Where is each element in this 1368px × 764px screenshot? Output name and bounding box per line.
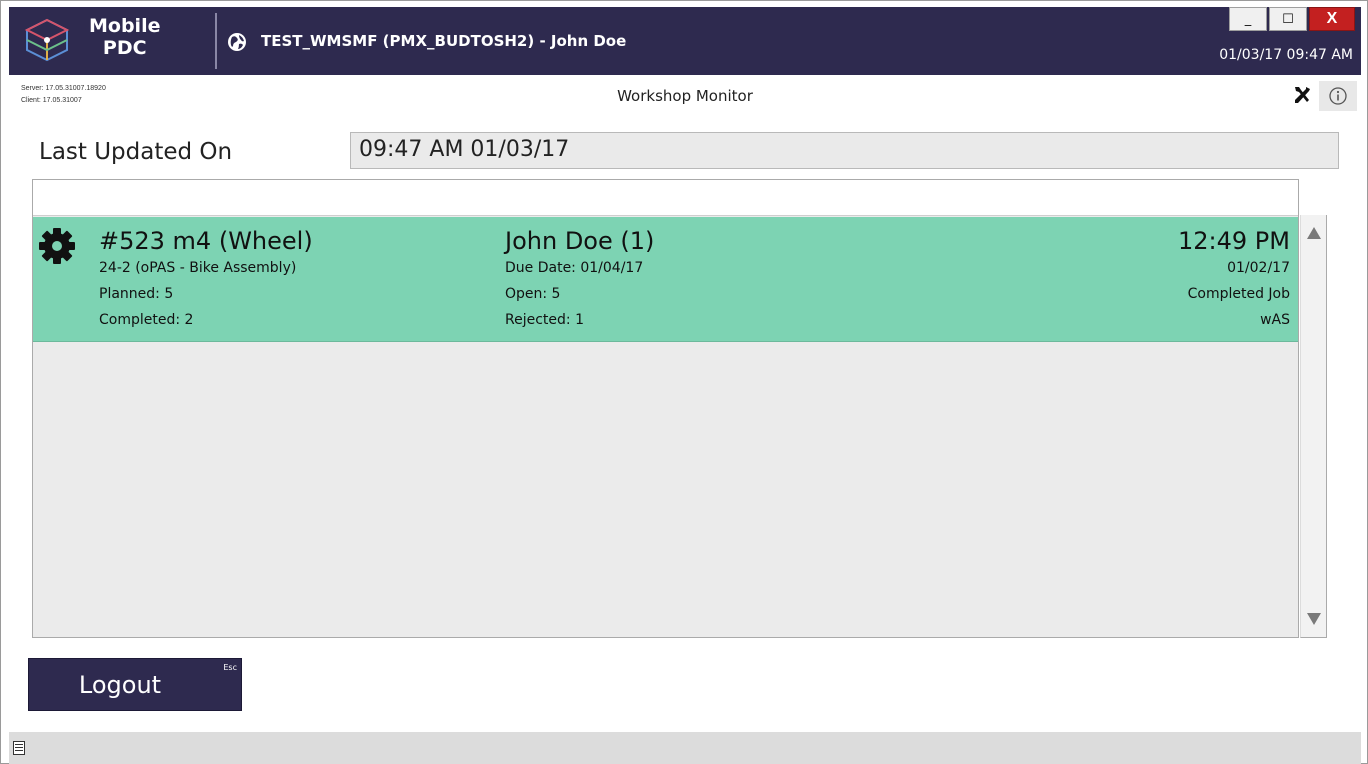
scroll-up-button[interactable] [1301, 215, 1327, 251]
window-title: TEST_WMSMF (PMX_BUDTOSH2) - John Doe [261, 32, 627, 50]
app-name-line2: PDC [102, 37, 147, 59]
job-status: Completed Job [1187, 286, 1290, 302]
list-header [33, 180, 1298, 216]
title-bar: Mobile PDC TEST_WMSMF (PMX_BUDTOSH2) - J… [9, 7, 1361, 75]
maximize-button[interactable]: ☐ [1269, 7, 1307, 31]
list-scrollbar[interactable] [1300, 215, 1327, 638]
job-info-middle: John Doe (1) Due Date: 01/04/17 Open: 5 … [505, 227, 654, 333]
title-separator [215, 13, 217, 69]
app-name-line1: Mobile [89, 15, 161, 37]
job-info-left: #523 m4 (Wheel) 24-2 (oPAS - Bike Assemb… [99, 227, 313, 333]
job-title: #523 m4 (Wheel) [99, 227, 313, 255]
last-updated-value: 09:47 AM 01/03/17 [350, 132, 1339, 169]
job-open: Open: 5 [505, 286, 561, 302]
mobile-pdc-logo [24, 18, 70, 62]
job-planned: Planned: 5 [99, 286, 174, 302]
minimize-button[interactable]: _ [1229, 7, 1267, 31]
info-bar: Server: 17.05.31007.18920 Client: 17.05.… [9, 79, 1361, 115]
job-completed: Completed: 2 [99, 312, 194, 328]
job-time: 12:49 PM [1178, 227, 1290, 255]
info-icon [1329, 87, 1347, 105]
app-window: Mobile PDC TEST_WMSMF (PMX_BUDTOSH2) - J… [0, 0, 1368, 764]
app-name: Mobile PDC [89, 15, 160, 59]
logout-hotkey: Esc [223, 663, 237, 672]
current-datetime: 01/03/17 09:47 AM [1219, 47, 1353, 63]
screen-title: Workshop Monitor [617, 87, 753, 105]
last-updated-label: Last Updated On [39, 139, 233, 165]
job-date: 01/02/17 [1227, 260, 1290, 276]
close-button[interactable]: X [1309, 7, 1355, 31]
logout-label: Logout [78, 670, 162, 699]
info-button[interactable] [1319, 81, 1357, 111]
job-code: wAS [1260, 312, 1290, 328]
job-due-date: Due Date: 01/04/17 [505, 260, 644, 276]
job-info-right: 12:49 PM 01/02/17 Completed Job wAS [1178, 227, 1290, 333]
gear-icon [39, 228, 75, 264]
triangle-up-icon [1307, 227, 1321, 239]
scroll-down-button[interactable] [1301, 601, 1327, 637]
job-list: #523 m4 (Wheel) 24-2 (oPAS - Bike Assemb… [32, 179, 1299, 638]
globe-icon [228, 33, 246, 51]
job-row[interactable]: #523 m4 (Wheel) 24-2 (oPAS - Bike Assemb… [33, 217, 1298, 342]
tools-icon[interactable] [1289, 83, 1315, 107]
job-rejected: Rejected: 1 [505, 312, 584, 328]
job-employee: John Doe (1) [505, 227, 655, 255]
job-operation: 24-2 (oPAS - Bike Assembly) [99, 260, 297, 276]
status-bar [9, 732, 1361, 764]
logout-button[interactable]: Logout Esc [28, 658, 242, 711]
window-controls: _ ☐ X [1229, 7, 1355, 31]
document-icon[interactable] [13, 741, 25, 755]
triangle-down-icon [1307, 613, 1321, 625]
